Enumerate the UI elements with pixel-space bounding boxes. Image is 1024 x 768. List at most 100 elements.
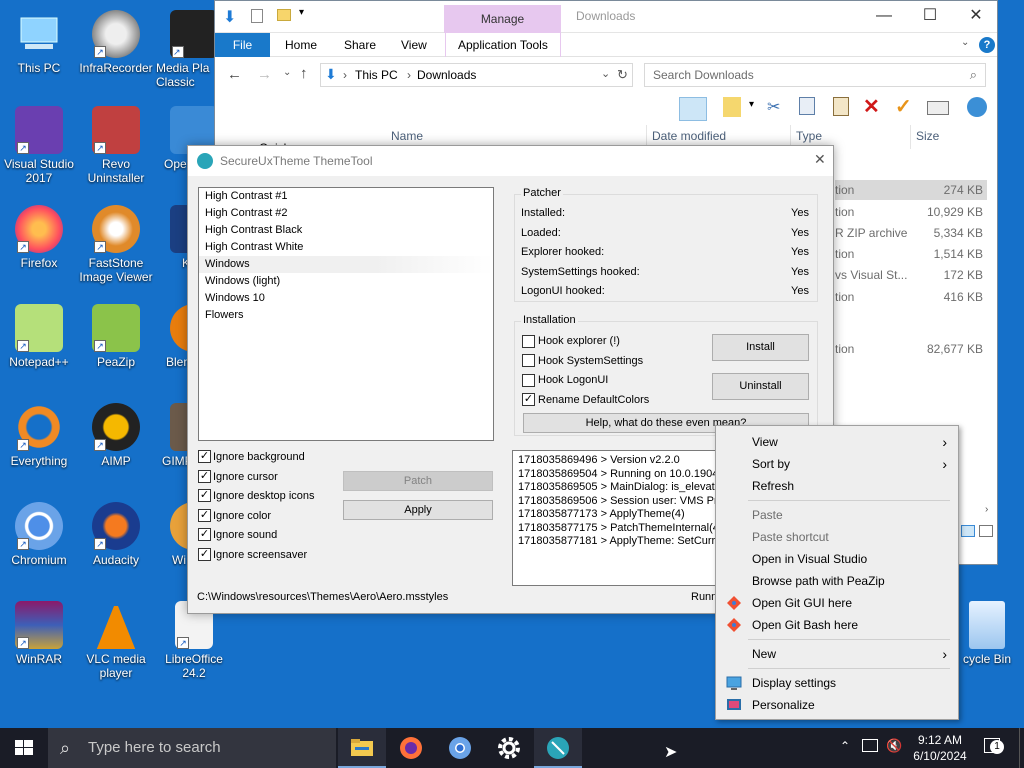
hook-explorer-checkbox[interactable]	[522, 335, 535, 348]
menu-item-sort-by[interactable]: Sort by ›	[717, 453, 957, 475]
paste-icon[interactable]	[833, 97, 849, 116]
theme-item-selected[interactable]: Windows	[199, 256, 493, 273]
taskbar-chromium[interactable]	[436, 728, 484, 768]
breadcrumb-this-pc[interactable]: This PC	[355, 68, 398, 82]
theme-item[interactable]: High Contrast White	[199, 239, 493, 256]
desktop-icon-winrar[interactable]: ↗ WinRAR	[1, 601, 77, 666]
column-name[interactable]: Name	[391, 129, 423, 143]
notification-center-button[interactable]: 1	[982, 736, 1004, 758]
explorer-titlebar[interactable]: ⬇ ▾ Manage Downloads — ☐ ✕	[215, 1, 997, 33]
scroll-right-icon[interactable]: ›	[985, 504, 988, 515]
theme-item[interactable]: High Contrast #2	[199, 205, 493, 222]
theme-list[interactable]: High Contrast #1 High Contrast #2 High C…	[198, 187, 494, 441]
desktop-icon-firefox[interactable]: ↗ Firefox	[1, 205, 77, 270]
folder-options-icon[interactable]	[723, 97, 741, 117]
ignore-color-checkbox[interactable]: ✓	[198, 509, 211, 522]
help-icon[interactable]: ?	[979, 37, 995, 53]
desktop-icon-peazip[interactable]: ↗ PeaZip	[78, 304, 154, 369]
new-folder-icon[interactable]	[277, 9, 291, 21]
ribbon-expand-icon[interactable]: ⌄	[961, 37, 969, 48]
menu-item-open-git-gui[interactable]: Open Git GUI here	[717, 592, 957, 614]
globe-icon[interactable]	[967, 97, 987, 117]
menu-item-personalize[interactable]: Personalize	[717, 694, 957, 716]
uninstall-button[interactable]: Uninstall	[712, 373, 809, 400]
close-button[interactable]: ✕	[953, 1, 999, 33]
preview-pane-icon[interactable]	[679, 97, 707, 121]
desktop-icon-notepad-plus-plus[interactable]: ↗ Notepad++	[1, 304, 77, 369]
ignore-sound-checkbox[interactable]: ✓	[198, 528, 211, 541]
menu-item-paste[interactable]: Paste	[717, 504, 957, 526]
maximize-button[interactable]: ☐	[907, 1, 953, 33]
up-arrow-icon[interactable]: ↑	[300, 65, 308, 82]
copy-icon[interactable]	[799, 97, 815, 115]
options-dropdown-icon[interactable]: ▾	[749, 99, 754, 110]
taskbar-settings[interactable]	[485, 728, 533, 768]
recent-locations-icon[interactable]: ⌄	[283, 67, 291, 78]
ignore-cursor-checkbox[interactable]: ✓	[198, 470, 211, 483]
menu-item-open-git-bash[interactable]: Open Git Bash here	[717, 614, 957, 636]
search-input[interactable]: Search Downloads ⌕	[644, 63, 986, 87]
menu-item-paste-shortcut[interactable]: Paste shortcut	[717, 526, 957, 548]
menu-item-new[interactable]: New ›	[717, 643, 957, 665]
quick-access-dropdown-icon[interactable]: ▾	[299, 7, 304, 18]
tab-home[interactable]: Home	[273, 33, 329, 57]
show-hidden-icons-icon[interactable]: ⌃	[840, 739, 850, 753]
back-arrow-icon[interactable]: ←	[227, 66, 242, 83]
forward-arrow-icon[interactable]: →	[257, 66, 272, 83]
address-dropdown-icon[interactable]: ⌄	[601, 67, 610, 80]
refresh-icon[interactable]: ↻	[617, 67, 628, 83]
clock[interactable]: 9:12 AM 6/10/2024	[908, 732, 972, 764]
apply-button[interactable]: Apply	[343, 500, 493, 520]
hook-systemsettings-checkbox[interactable]	[522, 354, 535, 367]
ignore-desktop-icons-checkbox[interactable]: ✓	[198, 489, 211, 502]
tab-application-tools[interactable]: Application Tools	[445, 33, 561, 57]
desktop-icon-aimp[interactable]: ↗ AIMP	[78, 403, 154, 468]
menu-item-refresh[interactable]: Refresh	[717, 475, 957, 497]
taskbar-file-explorer[interactable]	[338, 728, 386, 768]
minimize-button[interactable]: —	[861, 1, 907, 33]
address-bar[interactable]: ⬇ › This PC › Downloads ⌄ ↻	[320, 63, 633, 87]
show-desktop-button[interactable]	[1019, 728, 1024, 768]
desktop-icon-revo-uninstaller[interactable]: ↗ Revo Uninstaller	[78, 106, 154, 185]
taskbar-search-box[interactable]: ⌕ Type here to search	[48, 728, 336, 768]
desktop-icon-this-pc[interactable]: This PC	[1, 10, 77, 75]
breadcrumb-downloads[interactable]: Downloads	[417, 68, 476, 82]
install-button[interactable]: Install	[712, 334, 809, 361]
desktop-icon-faststone[interactable]: ↗ FastStone Image Viewer	[78, 205, 154, 284]
desktop-icon-media-player-classic[interactable]: ↗ Media Pla Classic	[156, 10, 218, 89]
taskbar-theme-tool[interactable]	[534, 728, 582, 768]
desktop-icon-recycle-bin[interactable]: cycle Bin	[950, 601, 1024, 666]
delete-icon[interactable]: ✕	[863, 94, 880, 119]
tab-view[interactable]: View	[389, 33, 439, 57]
cut-icon[interactable]: ✂	[767, 97, 780, 117]
taskbar-firefox[interactable]	[387, 728, 435, 768]
ignore-background-checkbox[interactable]: ✓	[198, 450, 211, 463]
column-size[interactable]: Size	[916, 129, 939, 143]
menu-item-open-in-visual-studio[interactable]: Open in Visual Studio	[717, 548, 957, 570]
column-type[interactable]: Type	[796, 129, 822, 143]
properties-icon[interactable]	[927, 101, 949, 115]
large-icons-view-icon[interactable]	[979, 525, 993, 537]
hook-logonui-checkbox[interactable]	[522, 374, 535, 387]
start-button[interactable]	[0, 728, 48, 768]
desktop-icon-vlc[interactable]: VLC media player	[78, 601, 154, 680]
theme-item[interactable]: Windows 10	[199, 290, 493, 307]
tab-share[interactable]: Share	[332, 33, 388, 57]
theme-item[interactable]: High Contrast Black	[199, 222, 493, 239]
column-date-modified[interactable]: Date modified	[652, 129, 726, 143]
menu-item-display-settings[interactable]: Display settings	[717, 672, 957, 694]
properties-icon[interactable]	[251, 9, 263, 23]
tool-titlebar[interactable]: SecureUxTheme ThemeTool ✕	[188, 146, 833, 176]
desktop-icon-visual-studio[interactable]: ↗ Visual Studio 2017	[1, 106, 77, 185]
theme-item[interactable]: High Contrast #1	[199, 188, 493, 205]
volume-muted-icon[interactable]: 🔇	[886, 738, 902, 754]
desktop-icon-chromium[interactable]: ↗ Chromium	[1, 502, 77, 567]
patch-button[interactable]: Patch	[343, 471, 493, 491]
rename-defaultcolors-checkbox[interactable]: ✓	[522, 393, 535, 406]
desktop-icon-everything[interactable]: ↗ Everything	[1, 403, 77, 468]
log-output[interactable]: 1718035869496 > Version v2.2.0 171803586…	[512, 450, 717, 586]
tool-close-icon[interactable]: ✕	[814, 151, 826, 168]
desktop-icon-audacity[interactable]: ↗ Audacity	[78, 502, 154, 567]
desktop-icon-infrarecorder[interactable]: ↗ InfraRecorder	[78, 10, 154, 75]
tab-file[interactable]: File	[215, 33, 270, 57]
